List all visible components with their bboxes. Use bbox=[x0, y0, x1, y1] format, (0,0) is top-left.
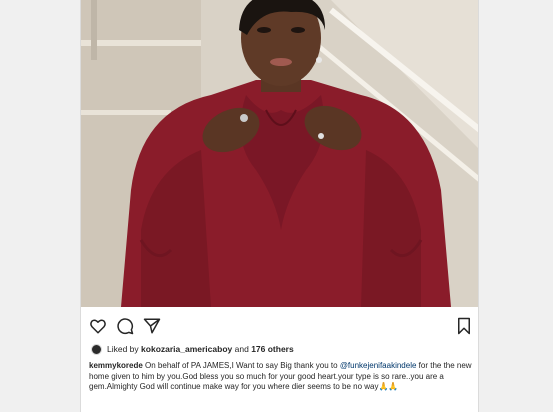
share-icon[interactable] bbox=[143, 317, 163, 337]
bookmark-icon[interactable] bbox=[455, 317, 475, 337]
post-caption: kemmykorede On behalf of PA JAMES,I Want… bbox=[89, 361, 475, 393]
heart-icon[interactable] bbox=[89, 317, 109, 337]
post-photo-image bbox=[81, 0, 478, 307]
caption-text-1: On behalf of PA JAMES,I Want to say Big … bbox=[142, 361, 340, 370]
caption-emoji: 🙏🙏 bbox=[378, 382, 399, 392]
caption-mention[interactable]: @funkejenifaakindele bbox=[340, 361, 417, 370]
likes-prefix: Liked by bbox=[107, 344, 139, 354]
liker-username[interactable]: kokozaria_americaboy bbox=[141, 344, 232, 354]
instagram-post: Liked by kokozaria_americaboy and 176 ot… bbox=[80, 0, 479, 412]
likes-others[interactable]: 176 others bbox=[251, 344, 294, 354]
caption-username[interactable]: kemmykorede bbox=[89, 361, 143, 370]
comment-icon[interactable] bbox=[116, 317, 136, 337]
likes-middle: and bbox=[234, 344, 249, 354]
likes-summary: Liked by kokozaria_americaboy and 176 ot… bbox=[91, 341, 294, 357]
post-photo[interactable] bbox=[81, 0, 478, 307]
post-action-bar bbox=[81, 307, 478, 343]
liker-avatar[interactable] bbox=[91, 343, 102, 355]
